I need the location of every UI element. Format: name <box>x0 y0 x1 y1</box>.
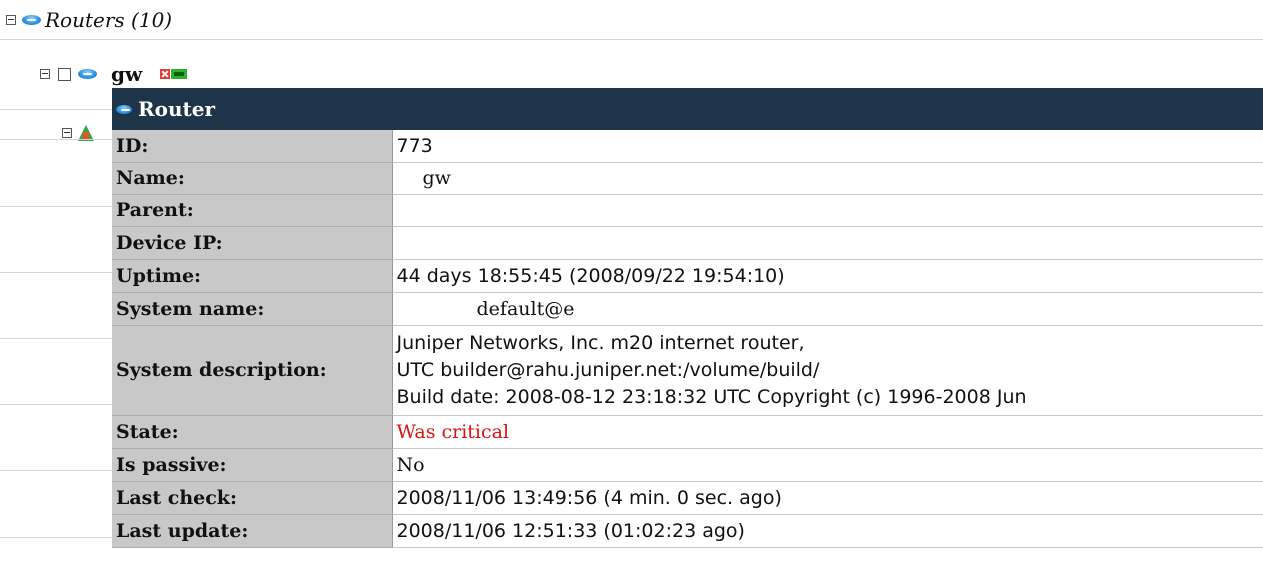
table-row: System name: default@e <box>112 292 1263 326</box>
error-status-icon <box>160 69 171 79</box>
property-key: State: <box>112 415 393 449</box>
table-row: Last update: 2008/11/06 12:51:33 (01:02:… <box>112 514 1263 548</box>
router-icon <box>116 104 132 114</box>
property-value: Juniper Networks, Inc. m20 internet rout… <box>392 325 1263 416</box>
popup-title: Router <box>138 97 216 121</box>
ok-status-icon <box>171 69 188 79</box>
status-icons <box>160 69 188 79</box>
row-divider <box>0 338 112 339</box>
description-line: UTC builder@rahu.juniper.net:/volume/bui… <box>396 358 820 381</box>
property-key: System description: <box>112 325 393 416</box>
property-value <box>392 194 1263 227</box>
description-line: Juniper Networks, Inc. m20 internet rout… <box>396 331 805 354</box>
row-divider <box>0 206 112 207</box>
collapse-icon[interactable] <box>6 15 16 25</box>
property-value <box>392 226 1263 260</box>
property-value: 44 days 18:55:45 (2008/09/22 19:54:10) <box>392 259 1263 293</box>
property-value: 2008/11/06 13:49:56 (4 min. 0 sec. ago) <box>392 481 1263 515</box>
table-row: State: Was critical <box>112 415 1263 449</box>
table-row: System description: Juniper Networks, In… <box>112 325 1263 416</box>
properties-table: ID: 773 Name: gw Parent: Device IP: Upti… <box>112 130 1263 548</box>
property-key: Uptime: <box>112 259 393 293</box>
property-key: Parent: <box>112 194 393 227</box>
collapse-icon[interactable] <box>62 128 72 138</box>
property-key: Device IP: <box>112 226 393 260</box>
property-key: Last update: <box>112 514 393 548</box>
property-value: 2008/11/06 12:51:33 (01:02:23 ago) <box>392 514 1263 548</box>
select-checkbox[interactable] <box>58 67 71 81</box>
row-divider <box>0 537 112 538</box>
routers-group[interactable]: Routers (10) <box>6 6 172 34</box>
property-value: No <box>392 448 1263 482</box>
property-value: gw <box>392 162 1263 195</box>
router-icon <box>22 15 41 25</box>
description-line: Build date: 2008-08-12 23:18:32 UTC Copy… <box>396 385 1027 408</box>
tree-root-row[interactable]: Routers (10) <box>0 0 1263 40</box>
row-divider <box>0 470 112 471</box>
table-row: Parent: <box>112 194 1263 227</box>
row-divider <box>0 404 112 405</box>
table-row: ID: 773 <box>112 130 1263 163</box>
table-row: Is passive: No <box>112 448 1263 482</box>
router-tooltip-popup: Router ID: 773 Name: gw Parent: Device I… <box>112 88 1263 573</box>
property-key: Is passive: <box>112 448 393 482</box>
table-row: Device IP: <box>112 226 1263 260</box>
table-row: Name: gw <box>112 162 1263 195</box>
property-key: Name: <box>112 162 393 195</box>
router-node-label[interactable]: gw <box>111 62 142 86</box>
property-key: Last check: <box>112 481 393 515</box>
row-divider <box>0 139 112 140</box>
router-node[interactable]: gw <box>40 60 188 88</box>
routers-group-label[interactable]: Routers (10) <box>45 8 172 32</box>
state-value: Was critical <box>392 415 1263 449</box>
popup-header: Router <box>112 88 1263 130</box>
row-divider <box>0 272 112 273</box>
property-value: default@e <box>392 292 1263 326</box>
table-row: Last check: 2008/11/06 13:49:56 (4 min. … <box>112 481 1263 515</box>
property-key: System name: <box>112 292 393 326</box>
collapse-icon[interactable] <box>40 69 50 79</box>
router-icon <box>78 69 97 79</box>
property-value: 773 <box>392 130 1263 163</box>
property-key: ID: <box>112 130 393 163</box>
table-row: Uptime: 44 days 18:55:45 (2008/09/22 19:… <box>112 259 1263 293</box>
